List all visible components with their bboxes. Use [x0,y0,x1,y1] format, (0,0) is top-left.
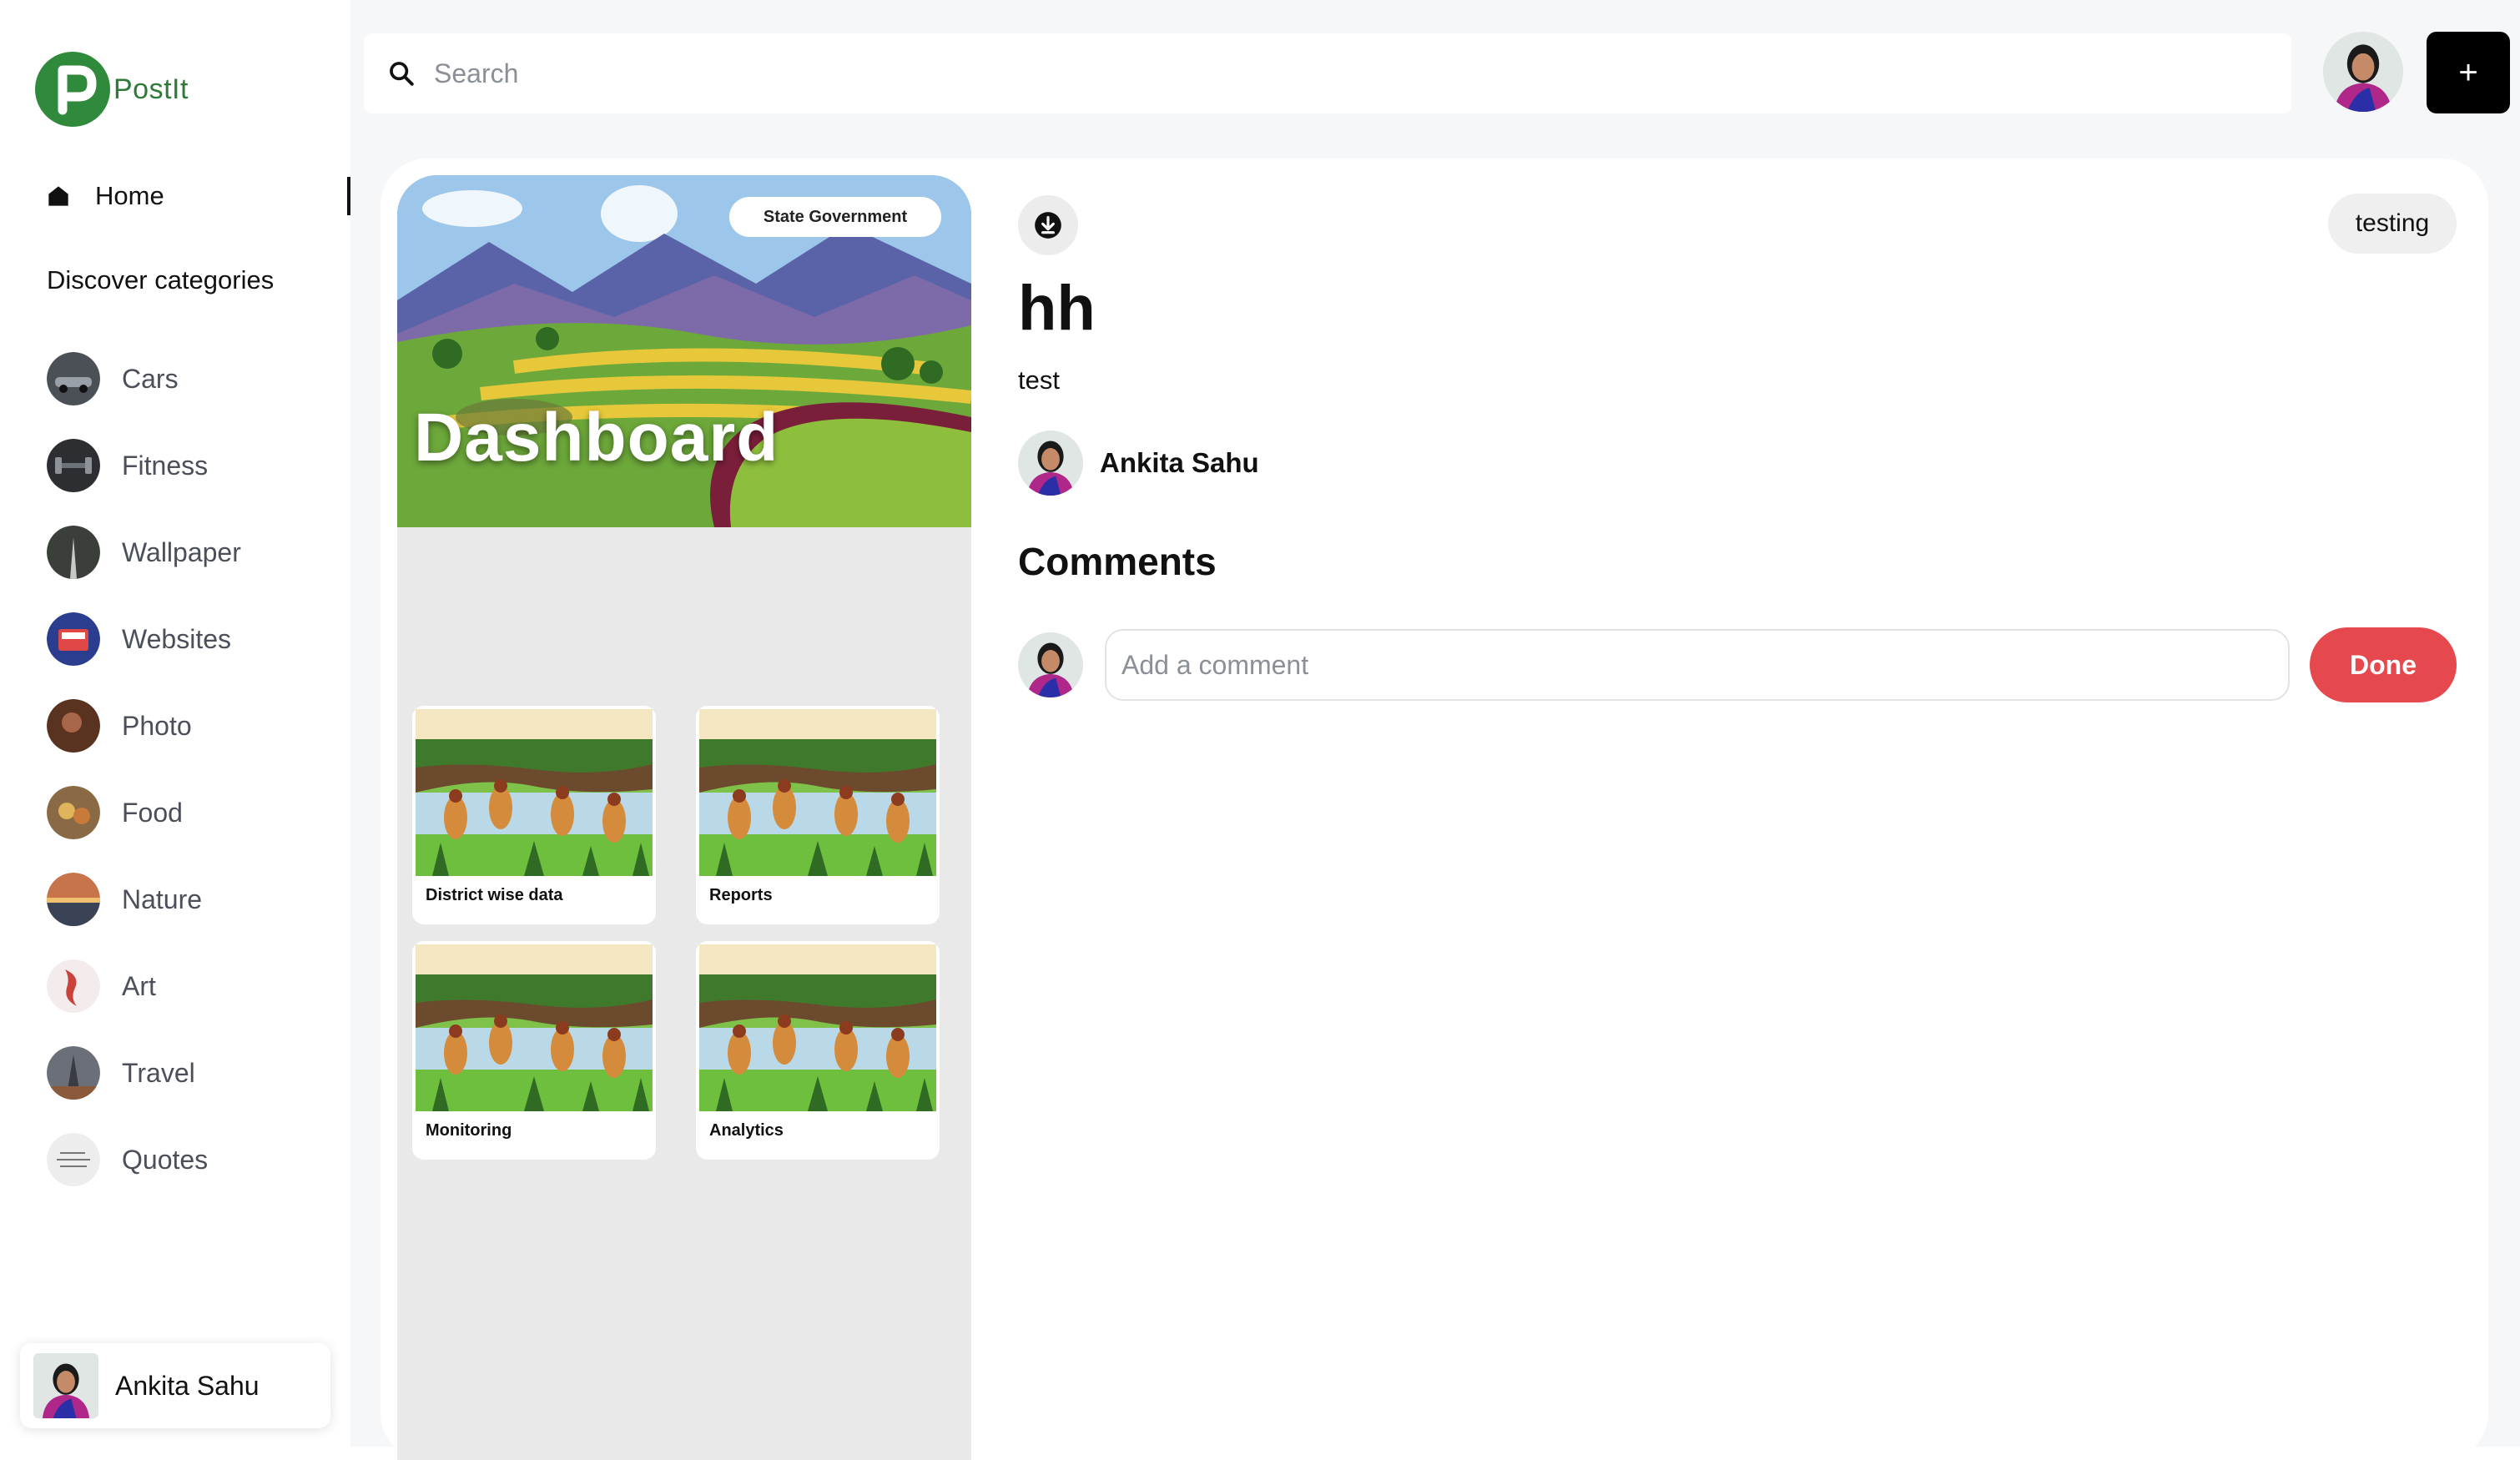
category-thumb [47,439,100,492]
category-thumb [47,1133,100,1186]
category-label: Art [122,970,156,1001]
download-button[interactable] [1018,195,1078,255]
app-logo[interactable]: PostIt [35,52,189,127]
tile-label: Reports [709,886,773,904]
avatar [1018,430,1083,496]
pin-detail-card: State Government Dashboard District wise… [381,159,2488,1460]
plus-icon: + [2458,53,2478,91]
category-label: Websites [122,623,232,654]
avatar [33,1353,98,1418]
category-thumb [47,352,100,405]
avatar [2323,32,2403,112]
tile-illustration [699,709,936,876]
nav-home-label: Home [95,181,164,210]
avatar [1018,632,1083,697]
category-thumb [47,1046,100,1100]
tile-illustration [699,944,936,1111]
hero-title: Dashboard [414,400,779,476]
main-content: + State Gover [350,0,2520,1460]
profile-card[interactable]: Ankita Sahu [20,1343,330,1428]
hero-badge: State Government [729,197,941,237]
tile-label: Monitoring [426,1121,512,1140]
discover-title: Discover categories [47,265,275,295]
home-icon [48,186,68,206]
nav-home[interactable]: Home [47,175,350,217]
tag-badge[interactable]: testing [2328,194,2457,254]
user-avatar-button[interactable] [2323,32,2403,112]
category-label: Food [122,797,183,828]
category-item-websites[interactable]: Websites [47,596,241,682]
logo-icon [35,52,110,127]
category-item-quotes[interactable]: Quotes [47,1116,241,1203]
image-tile: Analytics [696,941,940,1160]
tile-label: District wise data [426,886,563,904]
category-list: Cars Fitness Wallpaper Websites Photo Fo… [47,335,241,1203]
pin-description: test [1018,365,1060,395]
search-icon [390,62,414,86]
category-thumb [47,526,100,579]
image-tile: Monitoring [412,941,656,1160]
comments-title: Comments [1018,540,1217,583]
pin-title: hh [1018,273,1096,344]
search-input[interactable] [434,58,2270,89]
category-label: Photo [122,710,192,741]
author-row[interactable]: Ankita Sahu [1018,430,1259,496]
category-thumb [47,959,100,1013]
tile-illustration [416,709,653,876]
category-label: Quotes [122,1144,209,1175]
sidebar: PostIt Home Discover categories Cars Fit… [0,0,350,1447]
profile-name: Ankita Sahu [115,1370,260,1401]
tile-illustration [416,944,653,1111]
category-item-nature[interactable]: Nature [47,856,241,943]
comment-composer: Done [1018,627,2457,702]
author-name: Ankita Sahu [1100,447,1259,478]
done-button[interactable]: Done [2310,627,2457,702]
category-thumb [47,873,100,926]
category-item-fitness[interactable]: Fitness [47,422,241,509]
search-bar [364,33,2291,113]
category-item-photo[interactable]: Photo [47,682,241,769]
category-thumb [47,612,100,666]
category-label: Wallpaper [122,536,241,567]
comment-input[interactable] [1105,629,2290,701]
image-tile: Reports [696,706,940,924]
pin-image[interactable]: State Government Dashboard District wise… [397,175,971,1460]
category-item-wallpaper[interactable]: Wallpaper [47,509,241,596]
category-label: Cars [122,363,179,394]
pin-details: testing hh test Ankita Sahu Comments Don… [1018,159,2470,1410]
category-item-art[interactable]: Art [47,943,241,1030]
category-thumb [47,786,100,839]
category-label: Nature [122,884,203,914]
category-label: Travel [122,1057,195,1088]
category-item-cars[interactable]: Cars [47,335,241,422]
image-tile: District wise data [412,706,656,924]
category-thumb [47,699,100,753]
download-icon [1035,212,1061,239]
app-name: PostIt [113,73,189,105]
category-label: Fitness [122,450,209,481]
category-item-travel[interactable]: Travel [47,1030,241,1116]
create-pin-button[interactable]: + [2427,32,2510,113]
tile-label: Analytics [709,1121,784,1140]
category-item-food[interactable]: Food [47,769,241,856]
